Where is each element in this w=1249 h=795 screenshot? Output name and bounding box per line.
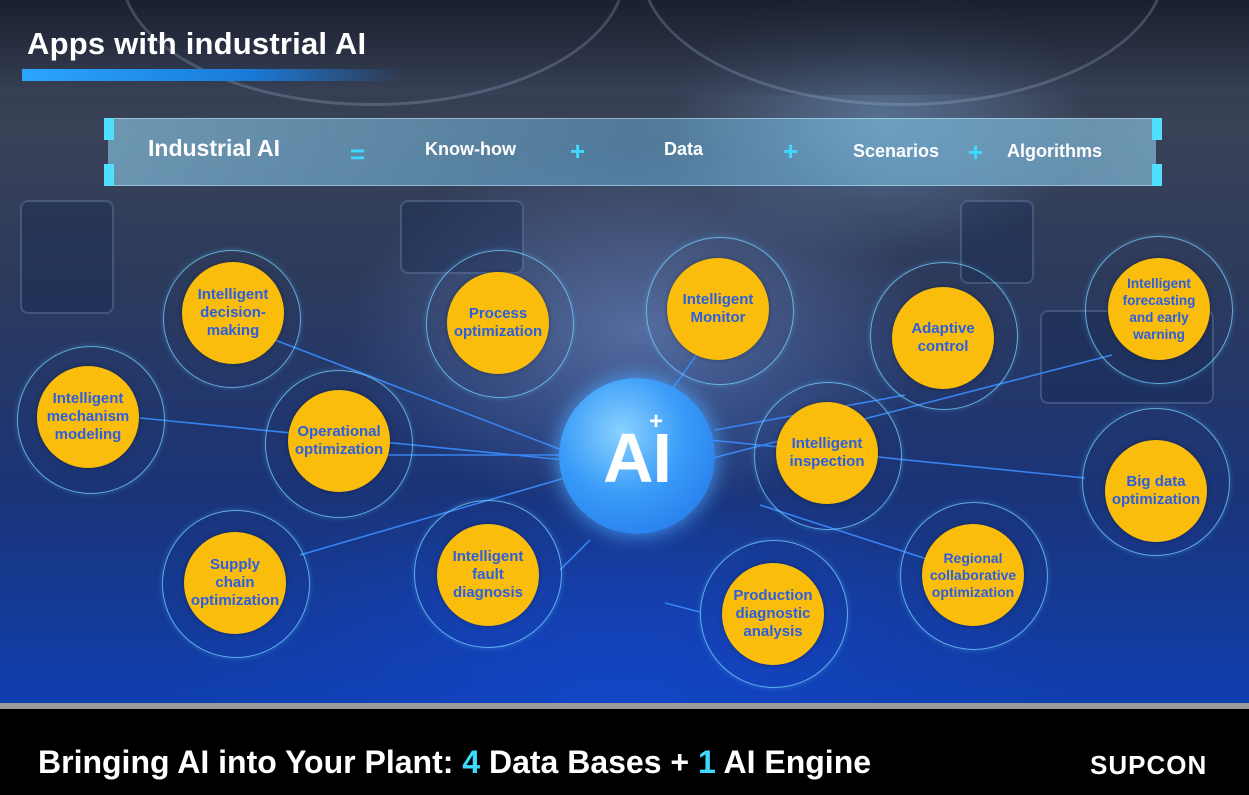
ai-core[interactable]: AI <box>559 378 715 534</box>
node-label: Adaptive control <box>911 320 975 355</box>
ai-plus-mark: + <box>649 408 664 435</box>
node-label: Big data optimization <box>1111 473 1201 508</box>
node-intelligent-fault-diagnosis[interactable]: Intelligent fault diagnosis <box>437 524 539 626</box>
node-process-optimization[interactable]: Process optimization <box>447 272 549 374</box>
node-regional-collaborative-optimization[interactable]: Regional collaborative optimization <box>922 524 1024 626</box>
node-supply-chain-optimization[interactable]: Supply chain optimization <box>184 532 286 634</box>
node-intelligent-mechanism-modeling[interactable]: Intelligent mechanism modeling <box>37 366 139 468</box>
connector-line <box>559 539 591 571</box>
node-label: Intelligent decision-making <box>197 286 269 339</box>
node-label: Intelligent fault diagnosis <box>452 548 524 601</box>
node-operational-optimization[interactable]: Operational optimization <box>288 390 390 492</box>
node-big-data-optimization[interactable]: Big data optimization <box>1105 440 1207 542</box>
node-intelligent-monitor[interactable]: Intelligent Monitor <box>667 258 769 360</box>
tagline-number-engine: 1 <box>697 744 716 780</box>
node-label: Production diagnostic analysis <box>733 587 813 640</box>
node-label: Intelligent mechanism modeling <box>46 390 130 443</box>
node-intelligent-forecasting[interactable]: Intelligent forecasting and early warnin… <box>1108 258 1210 360</box>
tagline-text: Bringing AI into Your Plant: <box>38 744 463 780</box>
footer-tagline: Bringing AI into Your Plant: 4 Data Base… <box>38 744 871 781</box>
node-label: Supply chain optimization <box>190 556 280 609</box>
node-intelligent-inspection[interactable]: Intelligent inspection <box>776 402 878 504</box>
node-label: Intelligent inspection <box>789 435 865 470</box>
node-label: Intelligent Monitor <box>682 291 754 326</box>
tagline-number-databases: 4 <box>462 744 481 780</box>
node-production-diagnostic-analysis[interactable]: Production diagnostic analysis <box>722 563 824 665</box>
node-adaptive-control[interactable]: Adaptive control <box>892 287 994 389</box>
node-label: Process optimization <box>453 305 543 340</box>
tagline-text: AI Engine <box>715 744 872 780</box>
node-label: Regional collaborative optimization <box>929 549 1017 600</box>
node-label: Intelligent forecasting and early warnin… <box>1122 276 1196 342</box>
brand-logo: SUPCON <box>1090 750 1208 780</box>
node-intelligent-decision-making[interactable]: Intelligent decision-making <box>182 262 284 364</box>
tagline-text: Data Bases + <box>480 744 698 780</box>
node-label: Operational optimization <box>294 423 384 458</box>
connector-line <box>664 602 701 613</box>
